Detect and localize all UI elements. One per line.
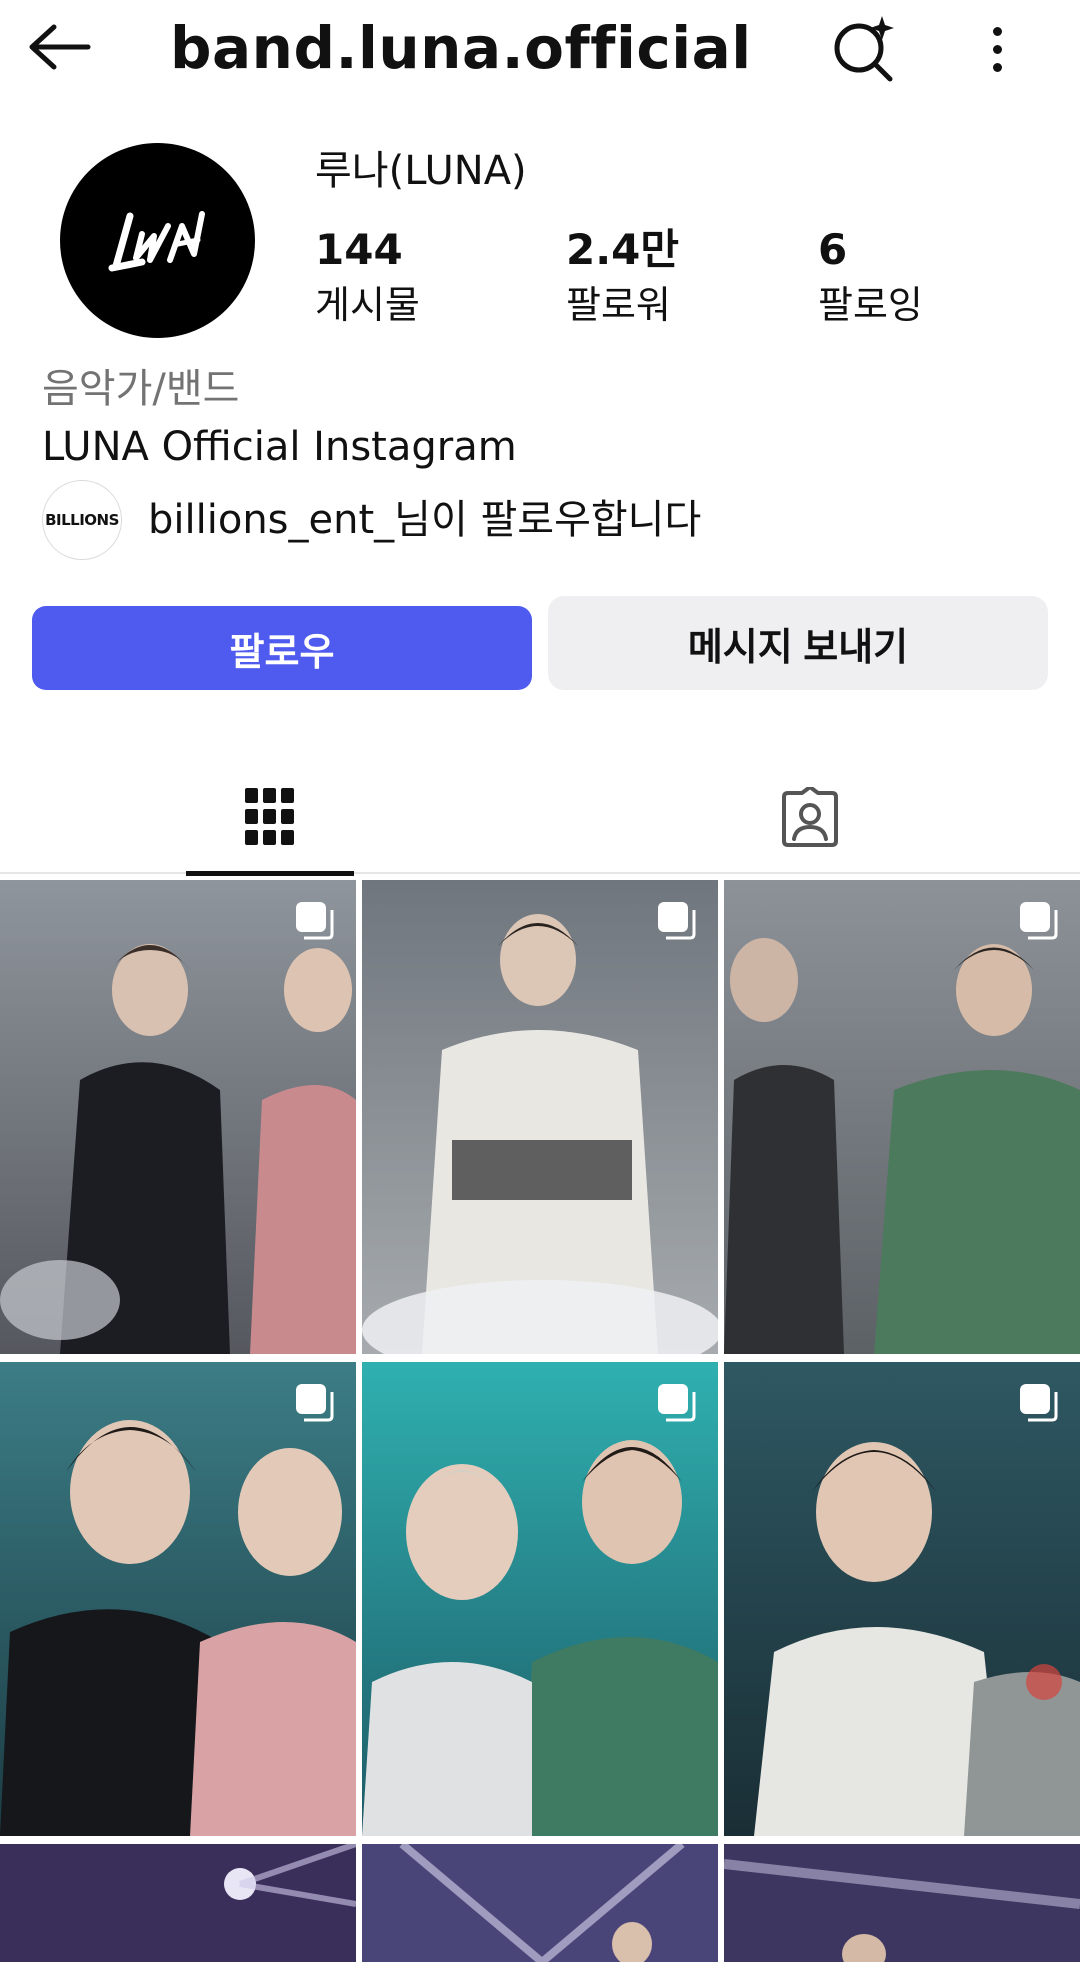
follow-button[interactable]: 팔로우 [32, 606, 532, 690]
post-tile[interactable] [362, 1844, 718, 1962]
followed-by-row[interactable]: BILLIONS billions_ent_님이 팔로우합니다 [42, 480, 701, 560]
post-tile[interactable] [362, 880, 718, 1354]
profile-username: band.luna.official [170, 14, 752, 82]
post-tile[interactable] [0, 1844, 356, 1962]
followers-count-label: 팔로워 [566, 283, 671, 327]
active-tab-indicator [186, 871, 354, 876]
search-button[interactable] [830, 14, 900, 84]
post-tile[interactable] [362, 1362, 718, 1836]
grid-icon [245, 788, 294, 845]
post-photo [724, 1844, 1080, 1962]
post-tile[interactable] [0, 880, 356, 1354]
message-button[interactable]: 메시지 보내기 [548, 596, 1048, 690]
followed-by-text: billions_ent_님이 팔로우합니다 [148, 493, 701, 547]
post-tile[interactable] [724, 1844, 1080, 1962]
profile-avatar[interactable] [60, 143, 255, 338]
post-photo [0, 880, 356, 1354]
post-photo [0, 1844, 356, 1962]
post-tile[interactable] [0, 1362, 356, 1836]
more-options-button[interactable] [972, 14, 1022, 84]
profile-tabs [0, 760, 1080, 876]
carousel-icon [1020, 902, 1058, 940]
post-photo [724, 880, 1080, 1354]
top-bar: band.luna.official [0, 0, 1080, 96]
carousel-icon [296, 902, 334, 940]
followers-count[interactable]: 2.4만 팔로워 [566, 222, 679, 332]
tab-tagged[interactable] [730, 760, 890, 874]
display-name: 루나(LUNA) [315, 148, 527, 194]
back-button[interactable] [28, 16, 98, 78]
following-count[interactable]: 6 팔로잉 [818, 222, 923, 332]
follower-avatar: BILLIONS [42, 480, 122, 560]
post-photo [0, 1362, 356, 1836]
profile-category: 음악가/밴드 [42, 366, 240, 412]
luna-logo [108, 210, 205, 271]
follower-username[interactable]: billions_ent_ [148, 497, 394, 543]
post-tile[interactable] [724, 1362, 1080, 1836]
followers-count-value: 2.4만 [566, 225, 680, 274]
search-sparkle-icon [834, 16, 894, 82]
arrow-left-icon [29, 24, 91, 70]
more-dot [992, 44, 1002, 54]
post-photo [362, 1362, 718, 1836]
profile-bio: LUNA Official Instagram [42, 424, 517, 470]
post-photo [362, 880, 718, 1354]
following-count-value: 6 [818, 225, 848, 274]
carousel-icon [658, 902, 696, 940]
tab-posts-grid[interactable] [186, 760, 354, 876]
posts-count[interactable]: 144 게시물 [315, 222, 420, 332]
post-tile[interactable] [724, 880, 1080, 1354]
posts-count-label: 게시물 [315, 283, 420, 327]
more-vertical-icon [992, 26, 1002, 36]
carousel-icon [296, 1384, 334, 1422]
followed-by-suffix: 님이 팔로우합니다 [394, 497, 702, 543]
carousel-icon [658, 1384, 696, 1422]
tagged-person-icon [782, 787, 838, 847]
following-count-label: 팔로잉 [818, 283, 923, 327]
post-photo [724, 1362, 1080, 1836]
carousel-icon [1020, 1384, 1058, 1422]
posts-count-value: 144 [315, 225, 403, 274]
post-photo [362, 1844, 718, 1962]
more-dot [992, 62, 1002, 72]
